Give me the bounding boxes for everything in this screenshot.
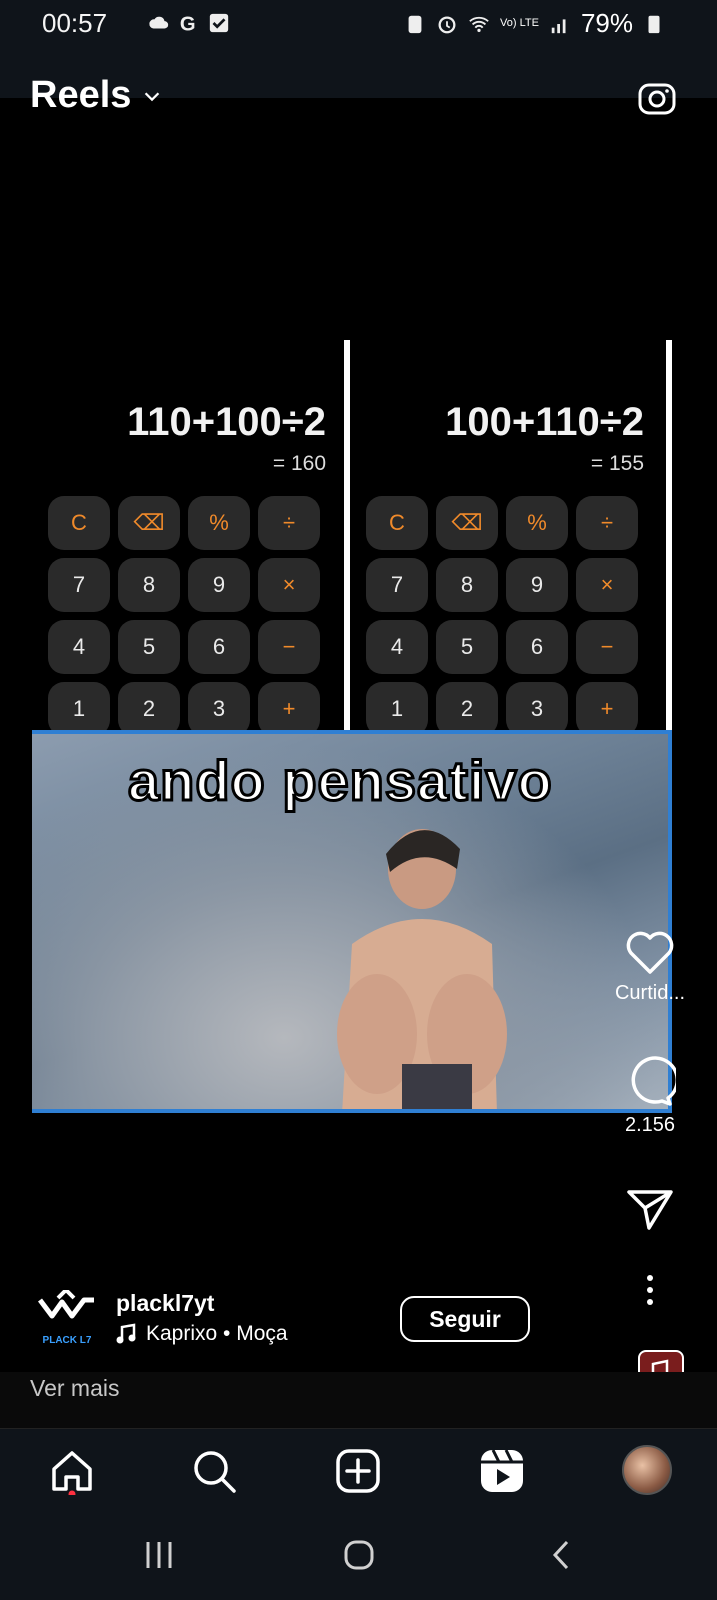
music-info[interactable]: Kaprixo • Moça xyxy=(116,1322,288,1346)
calc-key: ⌫ xyxy=(118,496,180,550)
calc-key: × xyxy=(576,558,638,612)
left-result: = 160 xyxy=(272,452,326,475)
calc-key: 6 xyxy=(188,620,250,674)
heart-icon[interactable] xyxy=(624,928,676,976)
left-calculator: 110+100÷2 = 160 C ⌫ % ÷ 7 8 9 × 4 5 6 − … xyxy=(34,340,334,736)
calc-key: 3 xyxy=(506,682,568,736)
calc-key: 8 xyxy=(118,558,180,612)
calc-key: 7 xyxy=(48,558,110,612)
calc-key: ÷ xyxy=(576,496,638,550)
wifi-icon xyxy=(469,16,489,32)
calc-key: 3 xyxy=(188,682,250,736)
see-more-link[interactable]: Ver mais xyxy=(30,1375,119,1402)
logo-text: PLACK L7 xyxy=(42,1335,92,1346)
right-expression: 100+110÷2 xyxy=(445,400,644,444)
status-time: 00:57 xyxy=(42,8,108,38)
calc-key: % xyxy=(188,496,250,550)
meme-caption: ando pensativo xyxy=(127,748,554,814)
meme-image: ando pensativo xyxy=(32,730,672,1113)
calc-key: + xyxy=(258,682,320,736)
right-calculator: 100+110÷2 = 155 C ⌫ % ÷ 7 8 9 × 4 5 6 − … xyxy=(352,340,652,736)
comments-count: 2.156 xyxy=(624,1114,676,1136)
follow-button[interactable]: Seguir xyxy=(400,1296,530,1342)
profile-avatar[interactable] xyxy=(622,1445,672,1495)
back-icon[interactable] xyxy=(545,1538,579,1572)
like-action[interactable]: Curtid... xyxy=(612,928,688,1005)
calc-key: C xyxy=(48,496,110,550)
calc-key: 2 xyxy=(436,682,498,736)
calc-key: − xyxy=(576,620,638,674)
person-figure xyxy=(337,829,507,1109)
calc-key: 2 xyxy=(118,682,180,736)
chevron-down-icon xyxy=(145,91,160,101)
calc-key: 4 xyxy=(48,620,110,674)
calc-key: 5 xyxy=(118,620,180,674)
search-icon[interactable] xyxy=(190,1447,238,1495)
reels-icon[interactable] xyxy=(478,1447,526,1495)
music-note-icon xyxy=(116,1323,136,1344)
right-result: = 155 xyxy=(590,452,644,475)
battery-level: 79% xyxy=(580,8,633,38)
share-action[interactable] xyxy=(612,1186,688,1232)
send-icon[interactable] xyxy=(625,1186,675,1232)
bottom-nav xyxy=(0,1428,717,1515)
camera-icon[interactable] xyxy=(636,76,678,118)
plack-logo-icon xyxy=(38,1287,94,1319)
calc-key: − xyxy=(258,620,320,674)
system-nav-bar xyxy=(0,1514,717,1600)
calc-key: C xyxy=(366,496,428,550)
author-logo[interactable]: PLACK L7 xyxy=(36,1287,98,1346)
page-title: Reels xyxy=(30,74,132,116)
calc-key: 6 xyxy=(506,620,568,674)
divider xyxy=(666,340,672,730)
music-label: Kaprixo • Moça xyxy=(146,1322,288,1345)
check-box-icon xyxy=(209,13,229,33)
calc-key: ÷ xyxy=(258,496,320,550)
author-row: PLACK L7 plackl7yt Kaprixo • Moça Seguir xyxy=(30,1287,690,1350)
calc-key: 4 xyxy=(366,620,428,674)
calc-key: 5 xyxy=(436,620,498,674)
likes-label: Curtid... xyxy=(614,982,686,1004)
reels-title[interactable]: Reels xyxy=(30,74,163,117)
calc-key: ⌫ xyxy=(436,496,498,550)
svg-text:G: G xyxy=(180,13,196,34)
home-icon[interactable] xyxy=(48,1447,96,1495)
calc-key: 1 xyxy=(48,682,110,736)
calc-key: % xyxy=(506,496,568,550)
calc-key: × xyxy=(258,558,320,612)
calc-key: 7 xyxy=(366,558,428,612)
right-keypad: C ⌫ % ÷ 7 8 9 × 4 5 6 − 1 2 3 + xyxy=(366,496,638,736)
google-icon: G xyxy=(180,13,196,34)
calc-key: 9 xyxy=(188,558,250,612)
left-keypad: C ⌫ % ÷ 7 8 9 × 4 5 6 − 1 2 3 + xyxy=(48,496,320,736)
status-bar: 00:57 G Vo) LTE 79% xyxy=(0,0,717,48)
home-button-icon[interactable] xyxy=(342,1538,376,1572)
comment-action[interactable]: 2.156 xyxy=(612,1056,688,1137)
left-expression: 110+100÷2 xyxy=(127,400,326,444)
author-username[interactable]: plackl7yt xyxy=(116,1290,214,1317)
signal-icon xyxy=(551,18,566,33)
network-label: Vo) LTE xyxy=(500,17,539,29)
alarm-icon xyxy=(438,15,456,33)
calc-key: 9 xyxy=(506,558,568,612)
comment-icon[interactable] xyxy=(624,1056,676,1108)
calc-key: + xyxy=(576,682,638,736)
calc-key: 8 xyxy=(436,558,498,612)
battery-icon xyxy=(648,15,660,33)
recent-apps-icon[interactable] xyxy=(142,1538,176,1572)
cloud-icon xyxy=(149,16,169,29)
divider xyxy=(344,340,350,730)
calc-key: 1 xyxy=(366,682,428,736)
create-post-icon[interactable] xyxy=(334,1447,382,1495)
battery-saver-icon xyxy=(408,15,422,33)
